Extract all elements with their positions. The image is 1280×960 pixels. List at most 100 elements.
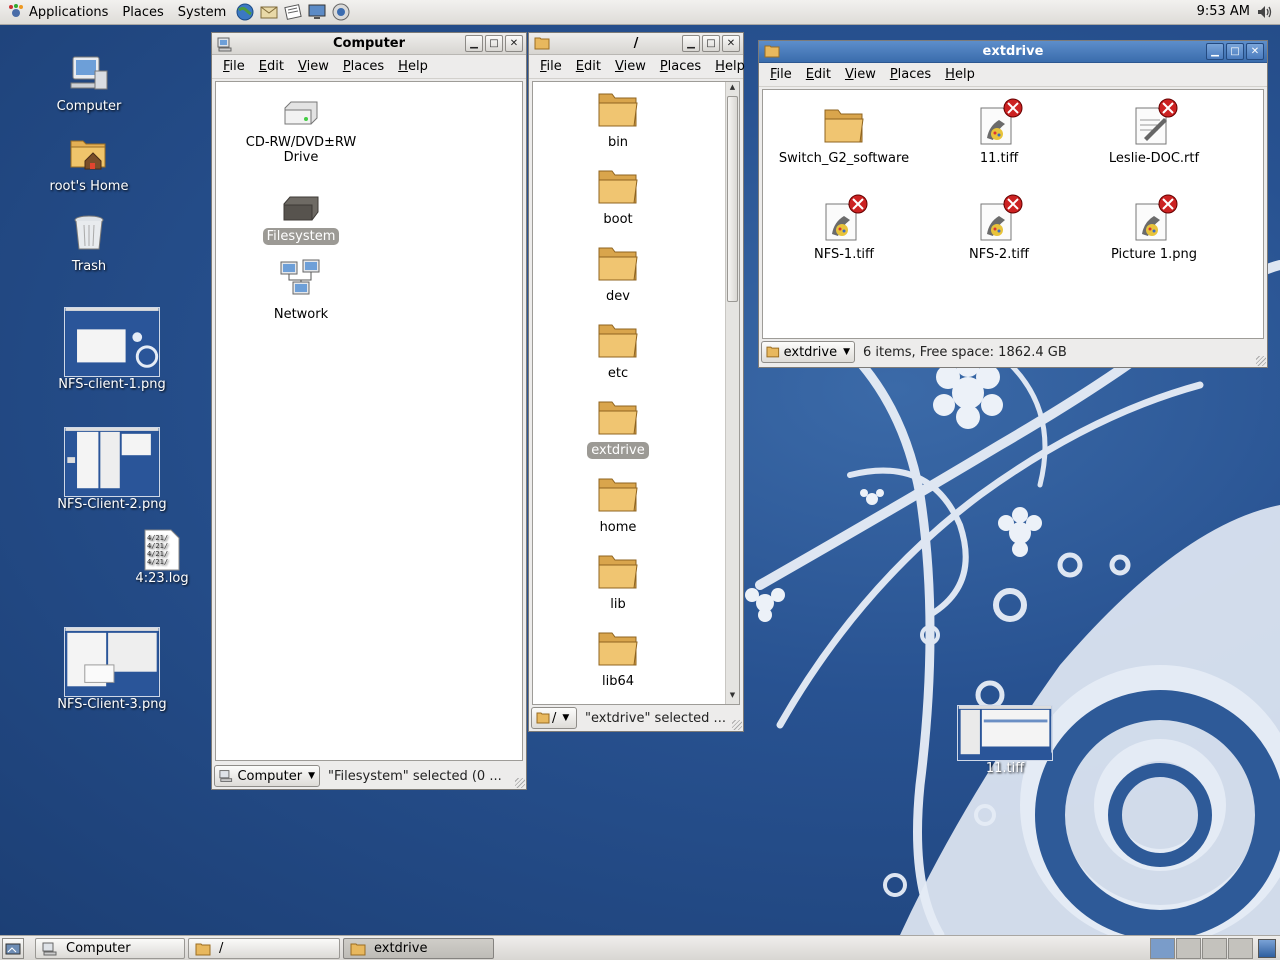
minimize-button[interactable]: ▁ (465, 35, 483, 52)
window-root[interactable]: / ▁ □ ✕ File Edit View Places Help ▲ ▼ b… (528, 32, 745, 732)
help-icon[interactable] (330, 2, 352, 22)
taskbar-button-extdrive[interactable]: extdrive (343, 938, 494, 959)
window-extdrive[interactable]: extdrive ▁ □ ✕ File Edit View Places Hel… (758, 40, 1268, 368)
maximize-button[interactable]: □ (1226, 43, 1244, 60)
folder-item-lib64[interactable]: lib64 (553, 629, 683, 690)
maximize-icon: □ (706, 37, 716, 49)
dropdown-arrow-icon: ▼ (843, 347, 850, 357)
desktop-icon-11-tiff[interactable]: 11.tiff (954, 705, 1056, 776)
folder-item-etc[interactable]: etc (553, 321, 683, 382)
mail-icon[interactable] (258, 2, 280, 22)
close-button[interactable]: ✕ (505, 35, 523, 52)
file-item-11.tiff[interactable]: 11.tiff (924, 98, 1074, 167)
close-button[interactable]: ✕ (722, 35, 740, 52)
file-view[interactable]: ▲ ▼ bin boot dev etc extdrive home lib lib64 (532, 81, 740, 705)
workspace-2[interactable] (1176, 938, 1201, 959)
menu-file[interactable]: File (763, 67, 799, 82)
location-button[interactable]: / ▼ (531, 707, 577, 729)
menu-file[interactable]: File (533, 59, 569, 74)
folder-item-lib[interactable]: lib (553, 552, 683, 613)
home-folder-icon (70, 140, 106, 170)
desktop-icon-computer[interactable]: Computer (48, 51, 130, 114)
menu-edit[interactable]: Edit (569, 59, 608, 74)
file-item-network[interactable]: Network (238, 258, 364, 323)
desktop-icon-trash[interactable]: Trash (48, 211, 130, 274)
menu-view[interactable]: View (838, 67, 883, 82)
taskbar-button-computer[interactable]: Computer (35, 938, 185, 959)
folder-icon (536, 712, 550, 724)
maximize-button[interactable]: □ (485, 35, 503, 52)
volume-icon[interactable] (1256, 3, 1274, 21)
file-item-filesystem[interactable]: Filesystem (238, 194, 364, 245)
file-item-NFS-1.tiff[interactable]: NFS-1.tiff (769, 194, 919, 263)
show-desktop-button[interactable] (2, 938, 24, 959)
file-item-Switch_G2_software[interactable]: Switch_G2_software (769, 98, 919, 167)
system-menu[interactable]: System (171, 0, 233, 25)
monitor-icon[interactable] (306, 2, 328, 22)
file-item-Leslie-DOC.rtf[interactable]: Leslie-DOC.rtf (1079, 98, 1229, 167)
file-view[interactable]: CD-RW/DVD±RW Drive Filesystem Network (215, 81, 523, 761)
window-computer[interactable]: Computer ▁ □ ✕ File Edit View Places Hel… (211, 32, 527, 790)
dropdown-arrow-icon: ▼ (308, 771, 315, 781)
menu-places[interactable]: Places (883, 67, 938, 82)
vertical-scrollbar[interactable]: ▲ ▼ (725, 82, 739, 704)
minimize-button[interactable]: ▁ (1206, 43, 1224, 60)
menu-edit[interactable]: Edit (799, 67, 838, 82)
menu-places[interactable]: Places (653, 59, 708, 74)
file-item-label: CD-RW/DVD±RW Drive (245, 135, 357, 165)
desktop-icon-nfs-client-2[interactable]: NFS-Client-2.png (52, 427, 172, 512)
minimize-button[interactable]: ▁ (682, 35, 700, 52)
resize-grip[interactable] (732, 720, 742, 730)
file-item-Picture-1.png[interactable]: Picture 1.png (1079, 194, 1229, 263)
notes-icon[interactable] (282, 2, 304, 22)
close-icon: ✕ (509, 37, 519, 49)
desktop-icon-nfs-client-1[interactable]: NFS-client-1.png (52, 307, 172, 392)
titlebar[interactable]: extdrive ▁ □ ✕ (759, 41, 1267, 63)
file-view[interactable]: Switch_G2_software 11.tiff Leslie-DOC.rtf N… (762, 89, 1264, 339)
maximize-button[interactable]: □ (702, 35, 720, 52)
gnome-foot-icon (9, 4, 23, 17)
workspace-4[interactable] (1228, 938, 1253, 959)
trash-applet-icon[interactable] (1258, 939, 1276, 958)
menu-view[interactable]: View (608, 59, 653, 74)
location-button[interactable]: Computer ▼ (214, 765, 320, 787)
clock[interactable]: 9:53 AM (1197, 4, 1250, 19)
image-file-icon (980, 98, 1023, 145)
file-item-NFS-2.tiff[interactable]: NFS-2.tiff (924, 194, 1074, 263)
folder-icon (350, 943, 366, 955)
workspace-1[interactable] (1150, 938, 1175, 959)
close-button[interactable]: ✕ (1246, 43, 1264, 60)
file-item-optical-drive[interactable]: CD-RW/DVD±RW Drive (238, 98, 364, 166)
scroll-down-arrow-icon[interactable]: ▼ (727, 691, 738, 703)
menu-edit[interactable]: Edit (252, 59, 291, 74)
desktop-icon-log[interactable]: 4/21/ 4/21/ 4/21/ 4/21/ 4:23.log (128, 529, 196, 586)
menu-help[interactable]: Help (391, 59, 435, 74)
places-menu[interactable]: Places (115, 0, 170, 25)
folder-item-label: boot (603, 212, 633, 227)
scroll-up-arrow-icon[interactable]: ▲ (727, 83, 738, 95)
desktop-icon-nfs-client-3[interactable]: NFS-Client-3.png (52, 627, 172, 712)
menu-file[interactable]: File (216, 59, 252, 74)
location-button[interactable]: extdrive ▼ (761, 341, 855, 363)
desktop-icon-home[interactable]: root's Home (48, 131, 130, 194)
web-browser-icon[interactable] (234, 2, 256, 22)
applications-menu[interactable]: Applications (0, 0, 115, 25)
minimize-icon: ▁ (470, 37, 478, 49)
scrollbar-thumb[interactable] (727, 96, 738, 302)
folder-item-bin[interactable]: bin (553, 90, 683, 151)
folder-item-extdrive[interactable]: extdrive (553, 398, 683, 459)
menu-help[interactable]: Help (708, 59, 752, 74)
folder-item-home[interactable]: home (553, 475, 683, 536)
folder-item-boot[interactable]: boot (553, 167, 683, 228)
resize-grip[interactable] (1256, 356, 1266, 366)
titlebar[interactable]: Computer ▁ □ ✕ (212, 33, 526, 55)
folder-item-dev[interactable]: dev (553, 244, 683, 305)
dropdown-arrow-icon: ▼ (562, 713, 570, 723)
menu-view[interactable]: View (291, 59, 336, 74)
menu-help[interactable]: Help (938, 67, 982, 82)
workspace-3[interactable] (1202, 938, 1227, 959)
taskbar-button-root[interactable]: / (188, 938, 340, 959)
titlebar[interactable]: / ▁ □ ✕ (529, 33, 743, 55)
resize-grip[interactable] (515, 778, 525, 788)
menu-places[interactable]: Places (336, 59, 391, 74)
